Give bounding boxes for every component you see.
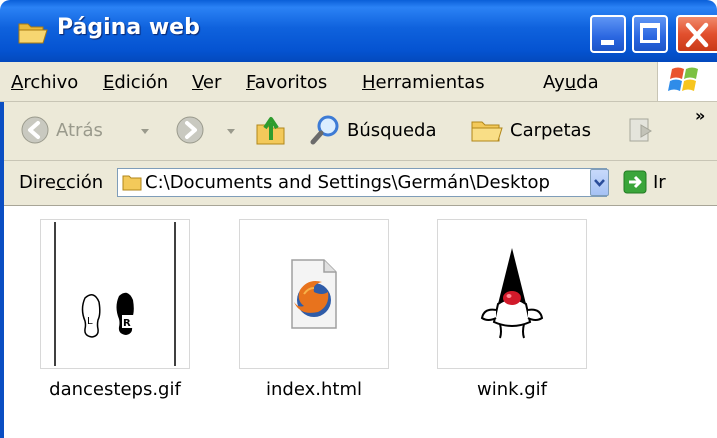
close-button[interactable] bbox=[676, 15, 717, 53]
svg-text:L: L bbox=[87, 316, 93, 327]
file-name: wink.gif bbox=[476, 379, 548, 400]
file-list: L R dancesteps.gif index.html wink.gif bbox=[0, 206, 717, 438]
menu-ver[interactable]: Ver bbox=[192, 72, 221, 93]
chevron-down-icon bbox=[594, 179, 605, 187]
window-title: Página web bbox=[57, 15, 200, 40]
back-arrow-icon bbox=[21, 116, 49, 144]
window-border bbox=[0, 102, 4, 438]
toolbar: Atrás Búsqueda Carpetas » bbox=[0, 102, 717, 161]
forward-dropdown-icon[interactable] bbox=[226, 128, 236, 136]
windows-flag-icon bbox=[668, 67, 698, 91]
search-button[interactable]: Búsqueda bbox=[309, 114, 437, 146]
menu-edicion[interactable]: Edición bbox=[103, 72, 168, 93]
menu-bar: Archivo Edición Ver Favoritos Herramient… bbox=[0, 62, 717, 102]
folder-open-icon bbox=[18, 20, 48, 48]
menu-herramientas[interactable]: Herramientas bbox=[362, 72, 485, 93]
close-icon bbox=[685, 22, 709, 48]
search-label: Búsqueda bbox=[347, 119, 437, 141]
go-label: Ir bbox=[653, 171, 666, 193]
title-bar[interactable]: Página web bbox=[0, 0, 717, 62]
duke-mascot-icon bbox=[437, 219, 587, 369]
maximize-button[interactable] bbox=[632, 15, 668, 53]
views-icon[interactable] bbox=[627, 115, 657, 145]
minimize-button[interactable] bbox=[590, 15, 626, 53]
file-name: index.html bbox=[266, 379, 362, 400]
address-path: C:\Documents and Settings\Germán\Desktop bbox=[145, 172, 550, 193]
folder-icon bbox=[122, 175, 142, 191]
folders-label: Carpetas bbox=[510, 119, 591, 141]
address-label: Dirección bbox=[19, 172, 104, 193]
file-name: dancesteps.gif bbox=[49, 379, 181, 400]
folders-icon bbox=[471, 121, 503, 142]
maximize-icon bbox=[640, 23, 660, 43]
menu-ayuda[interactable]: Ayuda bbox=[543, 72, 599, 93]
explorer-window: Página web Archivo Edición Ver Favoritos… bbox=[0, 0, 717, 438]
address-input[interactable]: C:\Documents and Settings\Germán\Desktop bbox=[117, 168, 607, 197]
address-bar: Dirección C:\Documents and Settings\Germ… bbox=[0, 161, 717, 207]
menu-archivo[interactable]: Archivo bbox=[11, 72, 78, 93]
back-label: Atrás bbox=[56, 119, 103, 141]
folders-button[interactable]: Carpetas bbox=[470, 114, 591, 146]
forward-button[interactable] bbox=[175, 115, 205, 145]
toolbar-more-chevron[interactable]: » bbox=[695, 106, 705, 125]
search-magnifier-icon bbox=[310, 115, 339, 145]
go-button[interactable]: Ir bbox=[623, 170, 666, 194]
back-button[interactable]: Atrás bbox=[20, 115, 103, 145]
back-dropdown-icon[interactable] bbox=[140, 128, 150, 136]
menu-favoritos[interactable]: Favoritos bbox=[246, 72, 327, 93]
svg-text:R: R bbox=[123, 318, 131, 329]
address-dropdown-button[interactable] bbox=[590, 169, 609, 196]
up-folder-button[interactable] bbox=[254, 113, 288, 147]
firefox-html-icon bbox=[239, 219, 389, 369]
minimize-icon bbox=[601, 40, 614, 45]
go-arrow-icon bbox=[623, 170, 647, 194]
dance-steps-icon: L R bbox=[40, 219, 190, 369]
windows-logo bbox=[657, 62, 717, 101]
